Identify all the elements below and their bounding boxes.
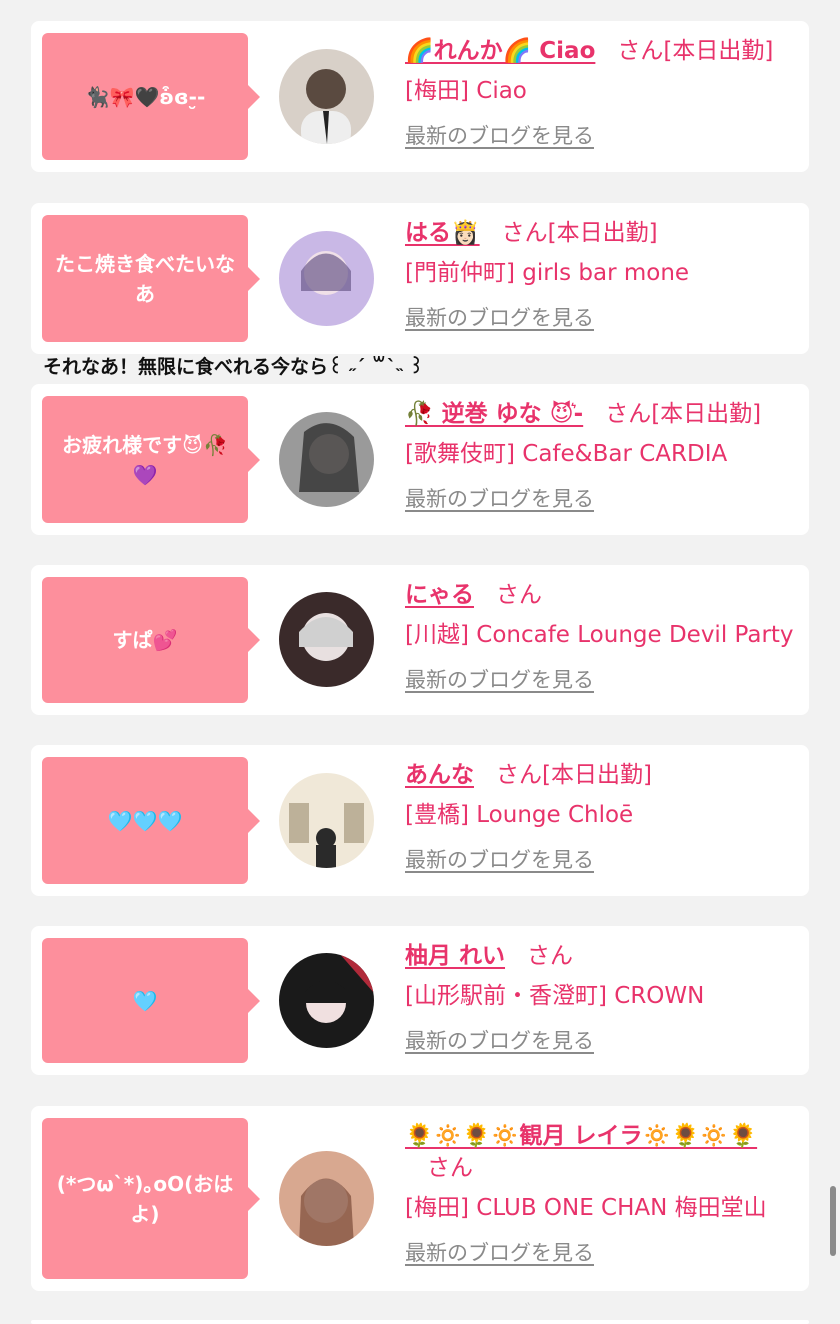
honorific: さん <box>527 943 574 969</box>
name-line: はる👸🏻 さん[本日出勤] <box>405 217 799 249</box>
honorific: さん <box>496 582 542 608</box>
shop-name: [梅田] Ciao <box>405 78 527 104</box>
cast-card[interactable]: (*つω`*)｡oO(おはよ) 🌻🔅🌻🔅観月 レイラ🔅🌻🔅🌻 さん [梅田] CL… <box>31 1106 809 1291</box>
cast-name-link[interactable]: あんな <box>405 762 474 788</box>
scrollbar[interactable] <box>830 1186 836 1256</box>
name-line: 🌈れんか🌈 Ciao さん[本日出勤] <box>405 35 799 67</box>
name-line: にゃる さん <box>405 579 799 611</box>
avatar-image <box>279 49 374 144</box>
shop-name: [豊橋] Lounge Chloē <box>405 802 634 828</box>
cast-name-link[interactable]: はる👸🏻 <box>405 220 480 246</box>
avatar-image <box>279 773 374 868</box>
shop-name: [山形駅前・香澄町] CROWN <box>405 983 705 1009</box>
status-badge: [本日出勤] <box>663 38 774 64</box>
latest-blog-link[interactable]: 最新のブログを見る <box>405 845 594 875</box>
avatar-image <box>279 953 374 1048</box>
avatar[interactable] <box>279 592 374 687</box>
avatar-image <box>279 231 374 326</box>
latest-blog-link[interactable]: 最新のブログを見る <box>405 1238 594 1268</box>
shop-name: [梅田] CLUB ONE CHAN 梅田堂山 <box>405 1195 767 1221</box>
name-line: 🥀 逆巻 ゆな 😈͛- さん[本日出勤] <box>405 398 799 430</box>
cast-card[interactable]: たこ焼き食べたいなあ はる👸🏻 さん[本日出勤] [門前仲町] girls bar… <box>31 203 809 354</box>
cast-card[interactable]: お疲れ様です😈🥀💜 🥀 逆巻 ゆな 😈͛- さん[本日出勤] [歌舞伎町] Caf… <box>31 384 809 535</box>
message-bubble: たこ焼き食べたいなあ <box>42 215 260 342</box>
honorific: さん <box>427 1155 473 1181</box>
avatar[interactable] <box>279 953 374 1048</box>
name-line: あんな さん[本日出勤] <box>405 759 799 791</box>
avatar[interactable] <box>279 773 374 868</box>
cast-name-link[interactable]: 🌈れんか🌈 Ciao <box>405 38 595 64</box>
shop-name: [川越] Concafe Lounge Devil Party <box>405 622 794 648</box>
avatar[interactable] <box>279 412 374 507</box>
shop-name: [門前仲町] girls bar mone <box>405 260 690 286</box>
avatar[interactable] <box>279 231 374 326</box>
status-badge: [本日出勤] <box>542 762 652 788</box>
message-bubble: お疲れ様です😈🥀💜 <box>42 396 260 523</box>
latest-blog-link[interactable]: 最新のブログを見る <box>405 121 594 151</box>
avatar[interactable] <box>279 1151 374 1246</box>
cast-card[interactable]: 🩵🩵🩵 あんな さん[本日出勤] [豊橋] Lounge Chloē 最新のブログ… <box>31 745 809 896</box>
cast-name-link[interactable]: 柚月 れい <box>405 943 505 969</box>
avatar-image <box>279 1151 374 1246</box>
cast-name-link[interactable]: にゃる <box>405 582 474 608</box>
latest-blog-link[interactable]: 最新のブログを見る <box>405 303 594 333</box>
avatar-image <box>279 412 374 507</box>
message-bubble: 🐈‍⬛🎀🖤ʚ͒ɞ-̮- <box>42 33 260 160</box>
status-badge: [本日出勤] <box>651 401 762 427</box>
name-line: 柚月 れい さん <box>405 940 799 972</box>
status-badge: [本日出勤] <box>547 220 658 246</box>
message-bubble: 🩵🩵🩵 <box>42 757 260 884</box>
honorific: さん <box>496 762 542 788</box>
cast-card[interactable]: 🐈‍⬛🎀🖤ʚ͒ɞ-̮- 🌈れんか🌈 Ciao さん[本日出勤] [梅田] Ciao… <box>31 21 809 172</box>
honorific: さん <box>501 220 548 246</box>
message-bubble: すぱ💕 <box>42 577 260 703</box>
message-bubble: (*つω`*)｡oO(おはよ) <box>42 1118 260 1279</box>
name-line: 🌻🔅🌻🔅観月 レイラ🔅🌻🔅🌻 さん <box>405 1120 775 1184</box>
cast-name-link[interactable]: 🥀 逆巻 ゆな 😈͛- <box>405 401 583 427</box>
honorific: さん <box>617 38 664 64</box>
cast-card[interactable]: すぱ💕 にゃる さん [川越] Concafe Lounge Devil Part… <box>31 565 809 715</box>
cast-name-link[interactable]: 🌻🔅🌻🔅観月 レイラ🔅🌻🔅🌻 <box>405 1123 757 1149</box>
shop-name: [歌舞伎町] Cafe&Bar CARDIA <box>405 441 728 467</box>
cast-card[interactable]: 🩵 柚月 れい さん [山形駅前・香澄町] CROWN 最新のブログを見る <box>31 926 809 1075</box>
cast-card-partial <box>31 1320 809 1324</box>
latest-blog-link[interactable]: 最新のブログを見る <box>405 665 594 695</box>
latest-blog-link[interactable]: 最新のブログを見る <box>405 1026 594 1056</box>
avatar[interactable] <box>279 49 374 144</box>
reply-text: それなあ！無限に食べれる今なら꒰ ˶ˊ ꒳ˋ˵ ꒱ <box>43 356 425 378</box>
honorific: さん <box>605 401 652 427</box>
message-bubble: 🩵 <box>42 938 260 1063</box>
latest-blog-link[interactable]: 最新のブログを見る <box>405 484 594 514</box>
avatar-image <box>279 592 374 687</box>
